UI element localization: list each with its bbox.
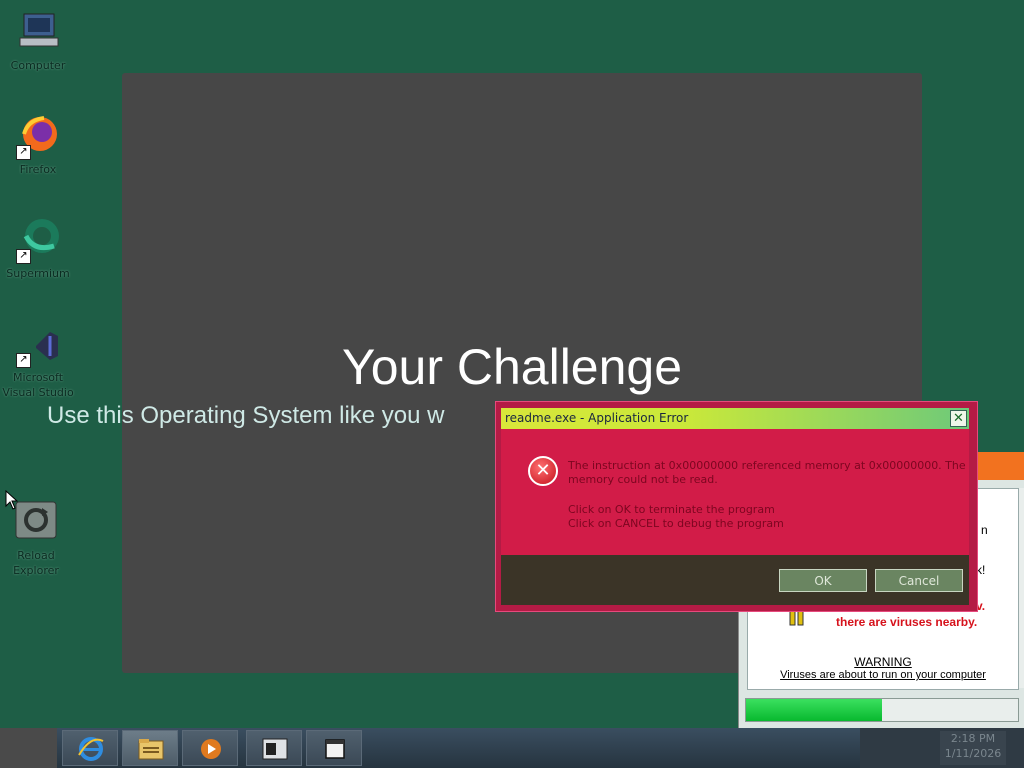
- error-icon: ✕: [528, 456, 558, 486]
- virus-text-fragment: n: [981, 523, 988, 537]
- virus-warning-heading[interactable]: WARNING: [748, 655, 1018, 669]
- taskbar-item-media-player[interactable]: [182, 730, 238, 766]
- taskbar-item-file-explorer[interactable]: [122, 730, 178, 766]
- error-message-line: memory could not be read.: [568, 473, 718, 486]
- system-clock[interactable]: 2:18 PM 1/11/2026: [940, 731, 1006, 765]
- file-explorer-icon: [137, 737, 165, 761]
- start-area[interactable]: [0, 728, 57, 768]
- internet-explorer-icon: [77, 737, 105, 761]
- mouse-cursor-icon: [5, 489, 19, 514]
- ok-button[interactable]: OK: [779, 569, 867, 592]
- taskbar-item-internet-explorer[interactable]: [62, 730, 118, 766]
- error-message-line: Click on OK to terminate the program: [568, 503, 775, 516]
- folder-icon: [321, 737, 349, 761]
- error-dialog[interactable]: readme.exe - Application Error ✕ ✕ The i…: [495, 401, 978, 612]
- computer-icon: [14, 8, 62, 56]
- virus-warning-link[interactable]: Viruses are about to run on your compute…: [748, 669, 1018, 681]
- virus-message: there are viruses nearby.: [836, 615, 978, 629]
- error-message-line: The instruction at 0x00000000 referenced…: [568, 459, 966, 472]
- clock-date: 1/11/2026: [944, 747, 1002, 760]
- cancel-button[interactable]: Cancel: [875, 569, 963, 592]
- taskbar-item-folder[interactable]: [306, 730, 362, 766]
- scrollbar[interactable]: [1019, 488, 1024, 688]
- desktop-icon-supermium[interactable]: ↗ Supermium: [2, 216, 74, 281]
- firefox-icon: ↗: [14, 112, 62, 160]
- dialog-title: readme.exe - Application Error: [505, 411, 689, 425]
- error-message-line: Click on CANCEL to debug the program: [568, 517, 784, 530]
- desktop-icon-firefox[interactable]: ↗ Firefox: [2, 112, 74, 177]
- desktop-icon-label: Computer: [10, 59, 66, 72]
- challenge-title: Your Challenge: [341, 339, 683, 395]
- shortcut-arrow-icon: ↗: [16, 145, 31, 160]
- dialog-footer: OK Cancel: [501, 555, 969, 605]
- dialog-titlebar[interactable]: readme.exe - Application Error ✕: [501, 408, 969, 429]
- virus-progress-bar: [745, 698, 1019, 722]
- taskbar-item-terminal[interactable]: [246, 730, 302, 766]
- progress-fill: [746, 699, 882, 721]
- challenge-subtitle: Use this Operating System like you w: [47, 402, 445, 429]
- media-player-icon: [197, 737, 225, 761]
- reload-explorer-icon: [12, 498, 60, 546]
- clock-time: 2:18 PM: [950, 732, 996, 745]
- desktop-icon-computer[interactable]: Computer: [2, 8, 74, 73]
- close-button[interactable]: ✕: [950, 410, 967, 427]
- desktop-icon-label: Firefox: [19, 163, 57, 176]
- supermium-icon: ↗: [14, 216, 62, 264]
- shortcut-arrow-icon: ↗: [16, 249, 31, 264]
- desktop-icon-label: Reload Explorer: [13, 549, 59, 577]
- desktop-icon-label: Supermium: [6, 267, 70, 280]
- terminal-icon: [261, 737, 289, 761]
- dialog-body: ✕ The instruction at 0x00000000 referenc…: [501, 429, 969, 555]
